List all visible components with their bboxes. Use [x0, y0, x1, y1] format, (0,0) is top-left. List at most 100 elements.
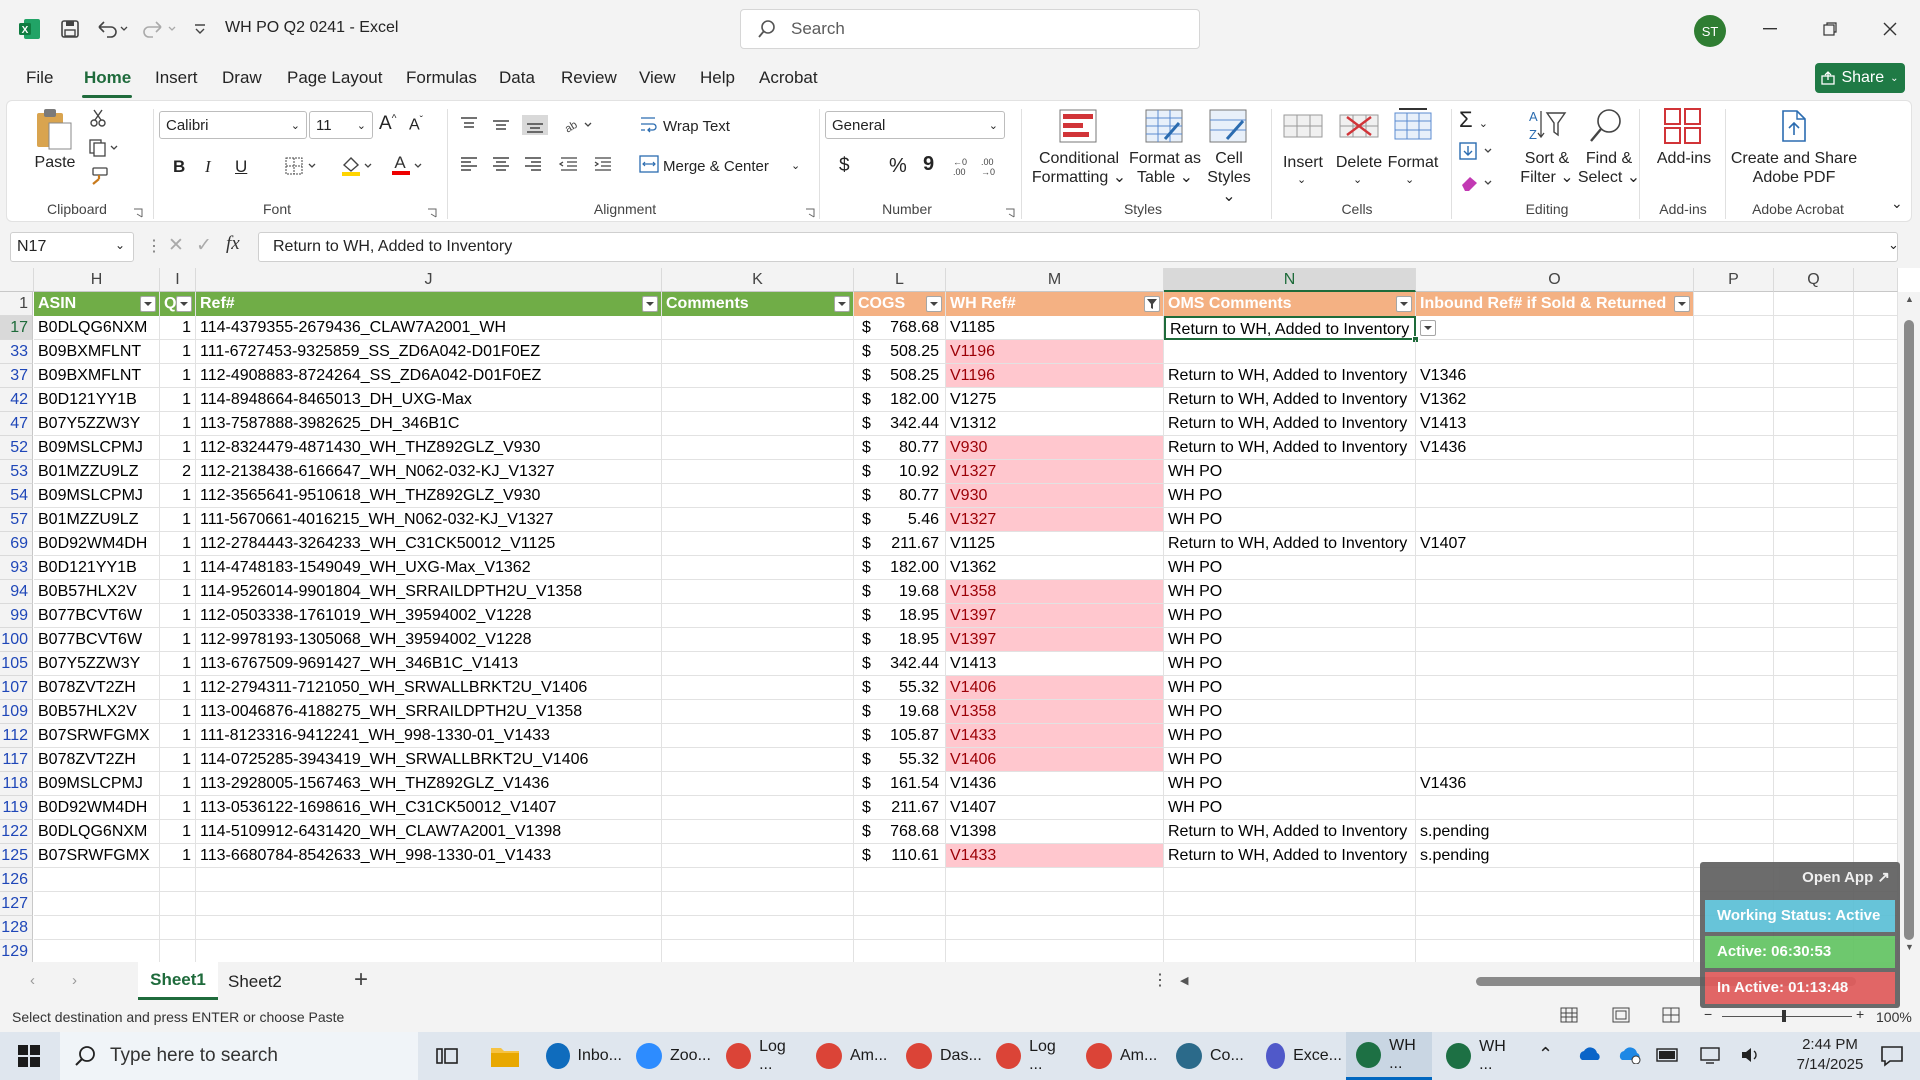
empty-cell[interactable]	[1774, 748, 1854, 772]
empty-cell[interactable]	[1854, 436, 1898, 460]
taskbar-app[interactable]: Co...	[1166, 1032, 1252, 1080]
cell-asin[interactable]: B0D121YY1B	[34, 556, 160, 580]
column-header-q[interactable]: Q	[1774, 268, 1854, 292]
empty-cell[interactable]	[1694, 412, 1774, 436]
cell-wh-ref[interactable]: V1413	[946, 652, 1164, 676]
cell-comments[interactable]	[662, 628, 854, 652]
empty-cell[interactable]	[1774, 652, 1854, 676]
cell-oms-comments[interactable]: WH PO	[1164, 508, 1416, 532]
windows-start-icon[interactable]	[18, 1045, 40, 1070]
cell-cogs[interactable]: $342.44	[854, 652, 946, 676]
cell-comments[interactable]	[662, 724, 854, 748]
cell-ref[interactable]: 112-2794311-7121050_WH_SRWALLBRKT2U_V140…	[196, 676, 662, 700]
cell-q[interactable]: 1	[160, 652, 196, 676]
empty-cell[interactable]	[854, 940, 946, 962]
empty-cell[interactable]	[1416, 916, 1694, 940]
empty-cell[interactable]	[1694, 436, 1774, 460]
font-size-select[interactable]: 11 ⌄	[309, 111, 373, 139]
cell-oms-comments[interactable]: WH PO	[1164, 460, 1416, 484]
cell-cogs[interactable]: $5.46	[854, 508, 946, 532]
empty-cell[interactable]	[34, 892, 160, 916]
empty-cell[interactable]	[1854, 676, 1898, 700]
format-painter-icon[interactable]	[89, 167, 109, 188]
empty-cell[interactable]	[946, 940, 1164, 962]
empty-cell[interactable]	[946, 892, 1164, 916]
empty-cell[interactable]	[1854, 292, 1898, 316]
cell-comments[interactable]	[662, 340, 854, 364]
cell-inbound-ref[interactable]: V1436	[1416, 772, 1694, 796]
row-header[interactable]: 37	[0, 364, 33, 388]
empty-cell[interactable]	[1694, 340, 1774, 364]
empty-cell[interactable]	[1694, 460, 1774, 484]
empty-cell[interactable]	[1694, 820, 1774, 844]
row-header[interactable]: 1	[0, 292, 33, 316]
cell-cogs[interactable]: $19.68	[854, 580, 946, 604]
empty-cell[interactable]	[946, 868, 1164, 892]
empty-cell[interactable]	[1774, 724, 1854, 748]
cell-inbound-ref[interactable]	[1416, 796, 1694, 820]
decrease-font-icon[interactable]: Aˇ	[409, 115, 423, 134]
filter-dropdown-icon[interactable]	[176, 296, 192, 312]
cell-q[interactable]: 1	[160, 796, 196, 820]
cell-wh-ref[interactable]: V1185	[946, 316, 1164, 340]
empty-cell[interactable]	[1774, 796, 1854, 820]
find-select-button[interactable]: Find & Select ⌄	[1577, 149, 1641, 187]
empty-cell[interactable]	[1854, 796, 1898, 820]
empty-cell[interactable]	[662, 892, 854, 916]
empty-cell[interactable]	[1694, 508, 1774, 532]
cell-wh-ref[interactable]: V1398	[946, 820, 1164, 844]
cell-comments[interactable]	[662, 364, 854, 388]
sheet-tab-sheet2[interactable]: Sheet2	[228, 972, 282, 992]
cell-wh-ref[interactable]: V1327	[946, 508, 1164, 532]
empty-cell[interactable]	[1774, 436, 1854, 460]
empty-cell[interactable]	[196, 868, 662, 892]
empty-cell[interactable]	[854, 916, 946, 940]
empty-cell[interactable]	[1854, 340, 1898, 364]
collapse-ribbon-icon[interactable]: ⌄	[1891, 195, 1903, 212]
cell-oms-comments[interactable]: WH PO	[1164, 796, 1416, 820]
row-header[interactable]: 52	[0, 436, 33, 460]
cell-q[interactable]: 2	[160, 460, 196, 484]
cell-asin[interactable]: B09MSLCPMJ	[34, 436, 160, 460]
cut-icon[interactable]	[89, 109, 107, 130]
sort-filter-button[interactable]: Sort & Filter ⌄	[1515, 149, 1579, 187]
row-header[interactable]: 125	[0, 844, 33, 868]
volume-icon[interactable]	[1740, 1046, 1762, 1067]
spreadsheet-grid[interactable]: ▲ ▼ H I J K L M N O P Q 1 ASIN Q Ref# Comments COGS WH R…	[0, 268, 1920, 962]
cell-ref[interactable]: 111-5670661-4016215_WH_N062-032-KJ_V1327	[196, 508, 662, 532]
row-header[interactable]: 127	[0, 892, 33, 916]
row-header[interactable]: 54	[0, 484, 33, 508]
empty-cell[interactable]	[1854, 820, 1898, 844]
filter-dropdown-icon[interactable]	[1674, 296, 1690, 312]
empty-cell[interactable]	[1774, 700, 1854, 724]
menu-draw[interactable]: Draw	[222, 68, 262, 88]
cell-wh-ref[interactable]: V1433	[946, 844, 1164, 868]
empty-cell[interactable]	[1694, 676, 1774, 700]
comma-style-button[interactable]: 9	[923, 153, 934, 176]
cell-comments[interactable]	[662, 700, 854, 724]
column-header-n[interactable]: N	[1164, 268, 1416, 292]
network-icon[interactable]	[1700, 1046, 1722, 1067]
column-header-i[interactable]: I	[160, 268, 196, 292]
cell-oms-comments[interactable]: WH PO	[1164, 484, 1416, 508]
cell-q[interactable]: 1	[160, 412, 196, 436]
cell-oms-comments[interactable]: Return to WH, Added to Inventory	[1164, 820, 1416, 844]
cell-oms-comments[interactable]: WH PO	[1164, 772, 1416, 796]
cell-wh-ref[interactable]: V1312	[946, 412, 1164, 436]
empty-cell[interactable]	[1774, 412, 1854, 436]
row-header[interactable]: 129	[0, 940, 33, 962]
zoom-out-button[interactable]: −	[1704, 1006, 1712, 1022]
cell-asin[interactable]: B078ZVT2ZH	[34, 748, 160, 772]
cell-inbound-ref[interactable]: V1413	[1416, 412, 1694, 436]
empty-cell[interactable]	[34, 940, 160, 962]
cell-inbound-ref[interactable]	[1416, 316, 1694, 340]
row-header[interactable]: 47	[0, 412, 33, 436]
cell-ref[interactable]: 113-6767509-9691427_WH_346B1C_V1413	[196, 652, 662, 676]
empty-cell[interactable]	[1854, 604, 1898, 628]
row-header[interactable]: 109	[0, 700, 33, 724]
filter-dropdown-icon[interactable]	[834, 296, 850, 312]
cell-cogs[interactable]: $508.25	[854, 340, 946, 364]
row-header[interactable]: 112	[0, 724, 33, 748]
formula-input[interactable]: Return to WH, Added to Inventory	[258, 232, 1898, 262]
delete-cells-button[interactable]: Delete	[1333, 153, 1385, 172]
